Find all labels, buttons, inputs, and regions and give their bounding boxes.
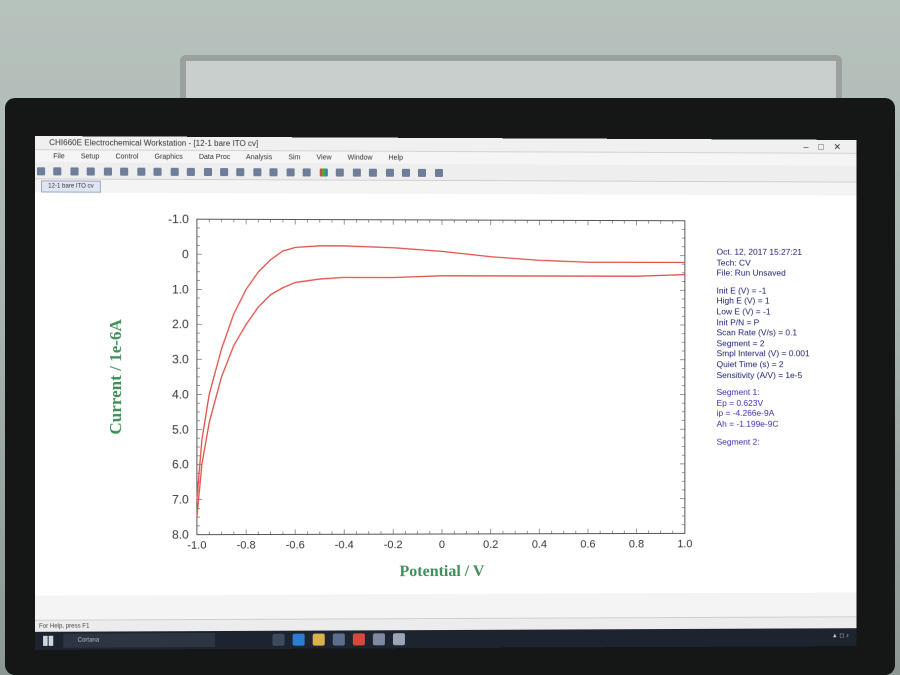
parameters-icon[interactable] (120, 167, 129, 176)
file-explorer-icon[interactable] (312, 633, 325, 646)
menu-sim[interactable]: Sim (288, 154, 300, 161)
run-icon[interactable] (137, 167, 146, 176)
system-tray[interactable]: ▲ ◻ ♪ (832, 632, 849, 639)
graph-area: -1.0 -0.8 -0.6 -0.4 -0.2 0 0.2 0.4 0.6 0.8 1.0 -1.0… (34, 192, 857, 596)
save-icon[interactable] (70, 167, 79, 176)
info-date: Oct. 12, 2017 15:27:21 (716, 246, 803, 257)
peak-icon[interactable] (401, 168, 410, 177)
app-icon[interactable] (372, 633, 385, 646)
cell-icon[interactable] (236, 168, 245, 177)
segment1-ip: ip = -4.266e-9A (716, 408, 775, 419)
plot-frame (197, 219, 685, 534)
menu-help[interactable]: Help (389, 155, 403, 162)
integrate-icon[interactable] (385, 168, 394, 177)
print-icon[interactable] (87, 167, 96, 176)
y-tick-label: 4.0 (172, 387, 189, 401)
cortana-search[interactable]: Cortana (63, 633, 216, 648)
info-param: Quiet Time (s) = 2 (716, 359, 784, 370)
smooth-icon[interactable] (352, 168, 361, 177)
window-title: CHI660E Electrochemical Workstation - [1… (49, 138, 259, 149)
color-icon[interactable] (319, 168, 328, 177)
graph-icon[interactable] (253, 168, 262, 177)
menu-file[interactable]: File (53, 153, 64, 160)
window-controls[interactable]: –□✕ (804, 140, 851, 154)
menu-data-proc[interactable]: Data Proc (199, 154, 230, 161)
segment2-label: Segment 2: (716, 436, 760, 447)
x-tick-label: -0.4 (335, 539, 354, 551)
menu-setup[interactable]: Setup (81, 153, 100, 160)
start-icon[interactable] (43, 635, 54, 646)
add-icon[interactable] (286, 168, 295, 177)
open-file-icon[interactable] (53, 167, 62, 176)
x-tick-label: -1.0 (187, 540, 206, 552)
store-icon[interactable] (332, 633, 345, 646)
info-param: High E (V) = 1 (716, 295, 770, 306)
y-tick-label: 8.0 (172, 528, 189, 542)
segment1-label: Segment 1: (716, 387, 760, 398)
pause-icon[interactable] (153, 167, 162, 176)
info-param: Sensitivity (A/V) = 1e-5 (716, 369, 803, 380)
derivative-icon[interactable] (368, 168, 377, 177)
report-icon[interactable] (418, 168, 427, 177)
y-tick-label: 7.0 (172, 493, 189, 507)
app-icon[interactable] (352, 633, 365, 646)
y-tick-label: 5.0 (172, 423, 189, 437)
x-tick-label: 0 (439, 539, 445, 551)
stop-icon[interactable] (170, 167, 179, 176)
task-view-icon[interactable] (272, 633, 285, 646)
chi-workstation-icon[interactable] (392, 633, 405, 646)
x-tick-label: -0.2 (384, 539, 403, 551)
new-file-icon[interactable] (36, 167, 46, 176)
x-tick-label: 0.8 (629, 539, 644, 551)
y-tick-label: 6.0 (172, 458, 189, 472)
toolbar (34, 162, 857, 183)
experiment-info-panel: Oct. 12, 2017 15:27:21 Tech: CV File: Ru… (717, 247, 855, 447)
y-tick-label: 0 (182, 247, 189, 261)
edge-icon[interactable] (292, 633, 305, 646)
menu-control[interactable]: Control (116, 154, 139, 161)
font-icon[interactable] (335, 168, 344, 177)
info-param: Low E (V) = -1 (716, 306, 771, 317)
info-tech: Tech: CV (716, 257, 751, 268)
reverse-icon[interactable] (186, 167, 195, 176)
filter-icon[interactable] (220, 168, 229, 177)
y-axis-label: Current / 1e-6A (106, 318, 125, 434)
x-tick-label: 0.4 (532, 539, 547, 551)
zoom-icon[interactable] (302, 168, 311, 177)
overlay-icon[interactable] (269, 168, 278, 177)
y-tick-label: 1.0 (172, 282, 189, 296)
segment1-ep: Ep = 0.623V (716, 397, 764, 408)
x-tick-label: 1.0 (677, 538, 692, 550)
y-tick-label: 2.0 (172, 317, 189, 331)
info-param: Smpl Interval (V) = 0.001 (716, 348, 810, 359)
technique-icon[interactable] (103, 167, 112, 176)
info-param: Segment = 2 (716, 338, 765, 349)
y-tick-label: 3.0 (172, 352, 189, 366)
info-icon[interactable] (434, 168, 443, 177)
info-param: Init E (V) = -1 (716, 285, 767, 296)
menu-graphics[interactable]: Graphics (155, 154, 183, 161)
document-tab[interactable]: 12-1 bare ITO cv (41, 180, 101, 193)
menu-view[interactable]: View (316, 154, 331, 161)
x-tick-label: 0.6 (580, 539, 595, 551)
x-tick-label: 0.2 (483, 539, 498, 551)
menu-analysis[interactable]: Analysis (246, 154, 272, 161)
info-file: File: Run Unsaved (716, 267, 786, 278)
info-param: Init P/N = P (716, 316, 760, 327)
menu-window[interactable]: Window (348, 155, 373, 162)
laptop-screen: CHI660E Electrochemical Workstation - [1… (34, 136, 857, 650)
info-param: Scan Rate (V/s) = 0.1 (716, 327, 798, 338)
y-tick-label: -1.0 (168, 212, 189, 226)
x-axis-label: Potential / V (399, 563, 484, 580)
segment1-ah: Ah = -1.199e-9C (716, 418, 779, 429)
x-tick-label: -0.8 (237, 540, 256, 552)
ir-comp-icon[interactable] (203, 167, 212, 177)
x-tick-label: -0.6 (286, 539, 305, 551)
